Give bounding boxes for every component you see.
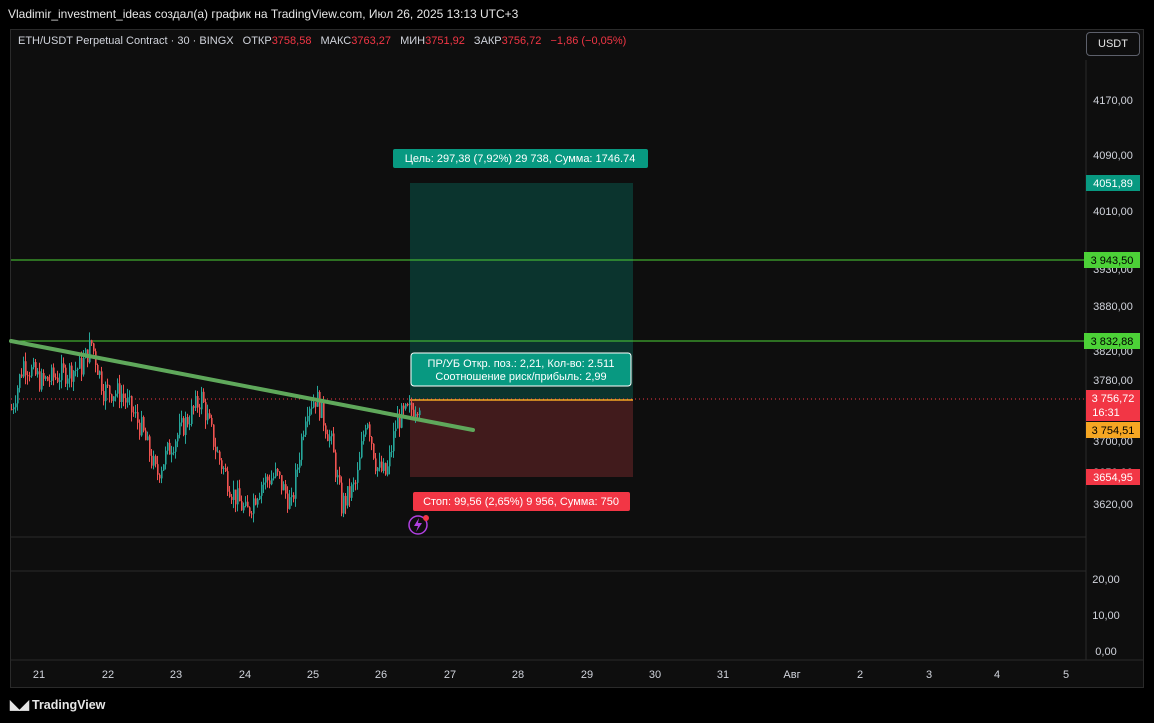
chart-frame bbox=[10, 29, 1144, 688]
symbol-name[interactable]: ETH/USDT Perpetual Contract · 30 · BINGX bbox=[18, 35, 234, 47]
close-value: 3756,72 bbox=[501, 35, 542, 47]
currency-button[interactable]: USDT bbox=[1086, 32, 1140, 56]
change-value: −1,86 (−0,05%) bbox=[550, 35, 627, 47]
low-label: МИН bbox=[400, 35, 426, 47]
open-value: 3758,58 bbox=[271, 35, 312, 47]
high-value: 3763,27 bbox=[351, 35, 392, 47]
open-label: ОТКР bbox=[242, 35, 272, 47]
high-label: МАКС bbox=[320, 35, 352, 47]
brand-name: TradingView bbox=[32, 698, 106, 712]
symbol-header: ETH/USDT Perpetual Contract · 30 · BINGX… bbox=[18, 35, 626, 47]
chart-credit: Vladimir_investment_ideas создал(а) граф… bbox=[8, 7, 519, 21]
close-label: ЗАКР bbox=[473, 35, 502, 47]
tradingview-logo-icon: ◣◢ bbox=[10, 697, 29, 712]
low-value: 3751,92 bbox=[425, 35, 465, 47]
brand[interactable]: ◣◢ TradingView bbox=[10, 697, 105, 713]
